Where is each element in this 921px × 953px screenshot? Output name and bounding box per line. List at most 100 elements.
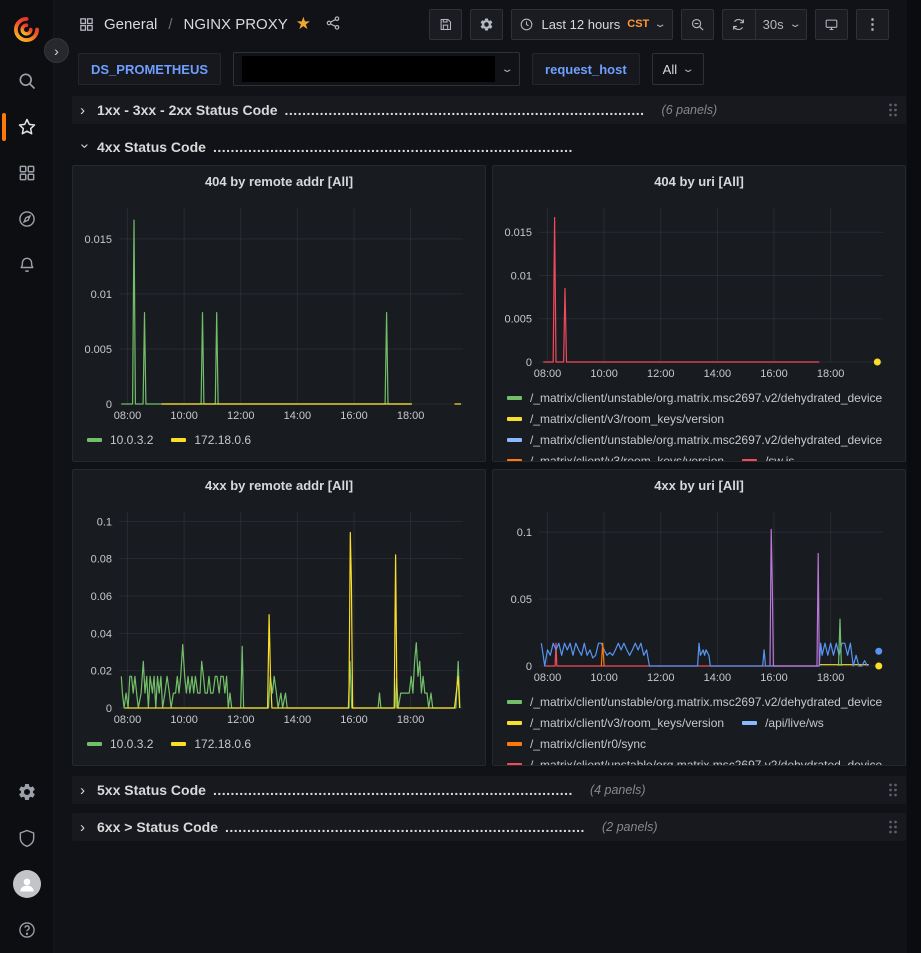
panel-title[interactable]: 4xx by uri [All] [493, 470, 905, 500]
row-drag-handle[interactable] [888, 782, 898, 801]
search-icon[interactable] [0, 58, 54, 104]
svg-text:0.005: 0.005 [84, 344, 112, 356]
legend-item[interactable]: 172.18.0.6 [171, 429, 251, 450]
panel-grid: 404 by remote addr [All] 08:0010:0012:00… [72, 165, 906, 766]
svg-text:08:00: 08:00 [534, 672, 562, 684]
legend-item[interactable]: /_matrix/client/v3/room_keys/version [507, 450, 724, 461]
variable-request-host-select[interactable]: All ⌄ [652, 53, 704, 85]
legend-swatch [742, 721, 757, 725]
time-range-picker[interactable]: Last 12 hours CST ⌄ [511, 9, 672, 40]
svg-text:0.015: 0.015 [504, 227, 532, 239]
chevron-down-icon: ⌄ [654, 19, 667, 30]
sidebar-item-starred[interactable] [0, 104, 54, 150]
chart-4xx-by-remote-addr[interactable]: 08:0010:0012:0014:0016:0018:0000.020.040… [73, 500, 485, 731]
legend-label: /_matrix/client/v3/room_keys/version [530, 412, 724, 426]
sidebar-item-dashboards[interactable] [0, 150, 54, 196]
legend-swatch [507, 721, 522, 725]
variable-label-ds-prometheus[interactable]: DS_PROMETHEUS [78, 53, 221, 85]
svg-text:16:00: 16:00 [760, 672, 788, 684]
legend-item[interactable]: /_matrix/client/v3/room_keys/version [507, 712, 724, 733]
legend-item[interactable]: /sw.js [742, 450, 794, 461]
row-1xx-3xx-2xx-status-code[interactable]: › 1xx - 3xx - 2xx Status Code ..........… [72, 96, 906, 124]
row-4xx-status-code[interactable]: › 4xx Status Code ......................… [72, 133, 906, 161]
row-title: 6xx > Status Code [97, 819, 218, 835]
breadcrumb[interactable]: General / NGINX PROXY [78, 16, 288, 33]
variable-request-host-value: All [663, 62, 677, 77]
more-options-button[interactable]: ⋮ [856, 9, 889, 40]
legend-swatch [171, 438, 186, 442]
sidebar-item-explore[interactable] [0, 196, 54, 242]
legend-label: /_matrix/client/unstable/org.matrix.msc2… [530, 391, 882, 405]
chart-404-by-remote-addr[interactable]: 08:0010:0012:0014:0016:0018:0000.0050.01… [73, 196, 485, 427]
sidebar-item-help[interactable] [0, 907, 54, 953]
chart-4xx-by-uri[interactable]: 08:0010:0012:0014:0016:0018:0000.050.1 [493, 500, 905, 689]
time-zone-label: CST [627, 18, 649, 30]
chevron-down-icon: ⌄ [682, 64, 695, 75]
favorite-star-icon[interactable]: ★ [296, 14, 311, 34]
dashboard-header: General / NGINX PROXY ★ Last 12 hours CS… [54, 0, 921, 48]
panel-4xx-by-uri: 4xx by uri [All] 08:0010:0012:0014:0016:… [492, 469, 906, 766]
panel-title[interactable]: 4xx by remote addr [All] [73, 470, 485, 500]
sidebar-item-configuration[interactable] [0, 769, 54, 815]
sidebar-expand-button[interactable]: › [44, 38, 69, 63]
legend-item[interactable]: /_matrix/client/r0/sync [507, 733, 646, 754]
chart-legend: 10.0.3.2 172.18.0.6 [73, 731, 485, 754]
variable-ds-prometheus-select[interactable]: ⌄ [233, 52, 520, 86]
refresh-group: 30s ⌄ [722, 9, 807, 40]
zoom-out-time-button[interactable] [681, 9, 714, 40]
save-dashboard-button[interactable] [429, 9, 462, 40]
panel-title[interactable]: 404 by uri [All] [493, 166, 905, 196]
clock-icon [519, 17, 534, 32]
row-drag-handle[interactable] [888, 102, 898, 121]
legend-label: /_matrix/client/v3/room_keys/version [530, 716, 724, 730]
row-5xx-status-code[interactable]: › 5xx Status Code ......................… [72, 776, 906, 804]
dashboard-settings-button[interactable] [470, 9, 503, 40]
legend-item[interactable]: /_matrix/client/unstable/org.matrix.msc2… [507, 429, 882, 450]
svg-text:10:00: 10:00 [590, 672, 618, 684]
legend-swatch [507, 742, 522, 746]
legend-item[interactable]: /_matrix/client/v3/room_keys/version [507, 408, 724, 429]
row-drag-handle[interactable] [888, 819, 898, 838]
refresh-interval-dropdown[interactable]: 30s ⌄ [755, 9, 807, 40]
page-title[interactable]: NGINX PROXY [184, 16, 288, 33]
legend-label: /_matrix/client/r0/sync [530, 737, 646, 751]
share-icon[interactable] [325, 15, 341, 34]
chart-404-by-uri[interactable]: 08:0010:0012:0014:0016:0018:0000.0050.01… [493, 196, 905, 385]
scrollbar-track[interactable] [907, 0, 921, 953]
legend-item[interactable]: /api/live/ws [742, 712, 824, 733]
legend-label: /_matrix/client/unstable/org.matrix.msc2… [530, 758, 882, 766]
cycle-view-mode-button[interactable] [815, 9, 848, 40]
toolbar: Last 12 hours CST ⌄ 30s ⌄ ⋮ [429, 9, 903, 40]
legend-item[interactable]: /_matrix/client/unstable/org.matrix.msc2… [507, 387, 882, 408]
refresh-interval-label: 30s [763, 17, 784, 32]
legend-item[interactable]: 10.0.3.2 [87, 429, 153, 450]
row-title: 4xx Status Code [97, 139, 206, 155]
legend-swatch [507, 459, 522, 462]
chart-legend: 10.0.3.2 172.18.0.6 [73, 427, 485, 450]
row-title: 1xx - 3xx - 2xx Status Code [97, 102, 278, 118]
legend-item[interactable]: 172.18.0.6 [171, 733, 251, 754]
breadcrumb-folder[interactable]: General [104, 16, 157, 33]
legend-item[interactable]: 10.0.3.2 [87, 733, 153, 754]
variable-label-request-host[interactable]: request_host [532, 53, 640, 85]
dashboard-body: › 1xx - 3xx - 2xx Status Code ..........… [54, 90, 921, 953]
legend-swatch [171, 742, 186, 746]
monitor-icon [824, 17, 839, 32]
svg-text:0.015: 0.015 [84, 234, 112, 246]
legend-label: /_matrix/client/unstable/org.matrix.msc2… [530, 433, 882, 447]
svg-text:18:00: 18:00 [817, 368, 845, 380]
sidebar-item-server-admin[interactable] [0, 815, 54, 861]
chart-legend: /_matrix/client/unstable/org.matrix.msc2… [493, 689, 905, 765]
svg-text:14:00: 14:00 [284, 714, 312, 726]
panel-title[interactable]: 404 by remote addr [All] [73, 166, 485, 196]
legend-label: 10.0.3.2 [110, 737, 153, 751]
refresh-button[interactable] [722, 9, 755, 40]
sidebar-item-alerting[interactable] [0, 242, 54, 288]
legend-item[interactable]: /_matrix/client/unstable/org.matrix.msc2… [507, 691, 882, 712]
row-6xx-status-code[interactable]: › 6xx > Status Code ....................… [72, 813, 906, 841]
svg-text:18:00: 18:00 [397, 714, 425, 726]
legend-item[interactable]: /_matrix/client/unstable/org.matrix.msc2… [507, 754, 882, 765]
user-avatar[interactable] [0, 861, 54, 907]
legend-swatch [507, 417, 522, 421]
legend-label: 172.18.0.6 [194, 737, 251, 751]
